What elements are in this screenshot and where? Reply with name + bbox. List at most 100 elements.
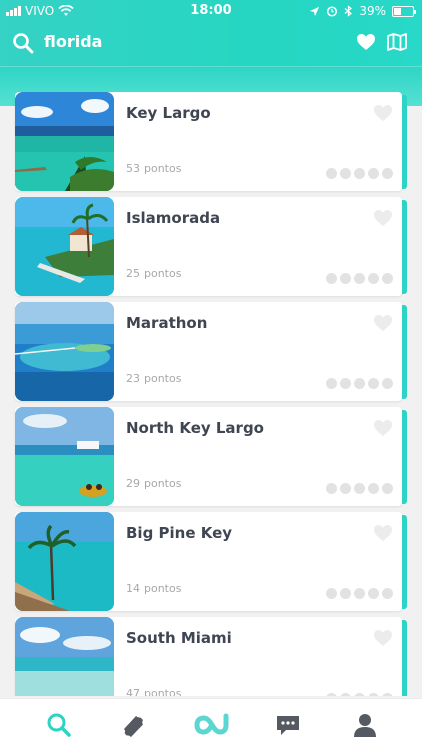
tab-bar [0, 698, 422, 750]
place-points: 47 pontos [126, 687, 181, 696]
place-photo[interactable] [15, 92, 114, 191]
points-value: 14 [126, 582, 140, 595]
heart-icon[interactable] [373, 314, 393, 332]
map-icon[interactable] [386, 32, 408, 52]
rating-dot [368, 588, 379, 599]
tab-profile-icon[interactable] [351, 711, 379, 739]
rating-dots [326, 168, 393, 179]
heart-icon[interactable] [373, 419, 393, 437]
points-unit: pontos [144, 687, 182, 696]
points-unit: pontos [144, 162, 182, 175]
bluetooth-icon [344, 5, 353, 17]
place-photo[interactable] [15, 512, 114, 611]
place-name[interactable]: Islamorada [126, 209, 220, 227]
header-divider [0, 66, 422, 67]
points-value: 47 [126, 687, 140, 696]
rating-dot [382, 588, 393, 599]
favorites-heart-icon[interactable] [356, 32, 376, 52]
card-accent [402, 200, 407, 294]
points-value: 53 [126, 162, 140, 175]
place-photo[interactable] [15, 407, 114, 506]
rating-dots [326, 483, 393, 494]
tab-chat-icon[interactable] [274, 711, 302, 739]
rating-dot [382, 168, 393, 179]
rating-dots [326, 693, 393, 696]
rating-dot [326, 588, 337, 599]
rating-dot [354, 378, 365, 389]
rating-dot [340, 273, 351, 284]
place-photo[interactable] [15, 617, 114, 696]
rating-dot [368, 273, 379, 284]
location-arrow-icon [310, 6, 320, 16]
place-points: 29 pontos [126, 477, 181, 490]
rating-dots [326, 588, 393, 599]
rating-dot [340, 693, 351, 696]
points-unit: pontos [144, 267, 182, 280]
place-name[interactable]: Big Pine Key [126, 524, 232, 542]
search-term[interactable]: florida [44, 32, 102, 51]
card-accent [402, 95, 407, 189]
place-points: 23 pontos [126, 372, 181, 385]
place-points: 53 pontos [126, 162, 181, 175]
place-name[interactable]: Key Largo [126, 104, 211, 122]
rating-dot [326, 168, 337, 179]
place-card[interactable]: South Miami 47 pontos [15, 617, 407, 696]
heart-icon[interactable] [373, 524, 393, 542]
rating-dot [382, 483, 393, 494]
heart-icon[interactable] [373, 104, 393, 122]
battery-icon [392, 5, 416, 17]
points-value: 23 [126, 372, 140, 385]
alarm-icon [327, 6, 338, 17]
rating-dot [382, 693, 393, 696]
place-name[interactable]: North Key Largo [126, 419, 264, 437]
rating-dot [382, 378, 393, 389]
search-icon[interactable] [12, 32, 34, 54]
points-value: 25 [126, 267, 140, 280]
rating-dot [368, 168, 379, 179]
rating-dot [326, 483, 337, 494]
points-unit: pontos [144, 372, 182, 385]
battery-percent: 39% [359, 4, 386, 18]
rating-dot [382, 273, 393, 284]
rating-dot [354, 168, 365, 179]
rating-dot [340, 378, 351, 389]
place-photo[interactable] [15, 197, 114, 296]
place-points: 14 pontos [126, 582, 181, 595]
rating-dot [368, 483, 379, 494]
place-card[interactable]: Big Pine Key 14 pontos [15, 512, 407, 611]
place-card[interactable]: Islamorada 25 pontos [15, 197, 407, 296]
place-points: 25 pontos [126, 267, 181, 280]
place-name[interactable]: South Miami [126, 629, 232, 647]
rating-dot [340, 483, 351, 494]
rating-dot [354, 483, 365, 494]
rating-dot [340, 168, 351, 179]
rating-dots [326, 378, 393, 389]
points-unit: pontos [144, 477, 182, 490]
status-bar: VIVO 18:00 39% [0, 0, 422, 22]
top-bar: VIVO 18:00 39% florida [0, 0, 422, 68]
rating-dot [354, 273, 365, 284]
tab-home-logo-icon[interactable] [194, 711, 230, 739]
card-accent [402, 305, 407, 399]
rating-dot [326, 273, 337, 284]
heart-icon[interactable] [373, 209, 393, 227]
rating-dot [368, 378, 379, 389]
card-accent [402, 410, 407, 504]
tab-search-icon[interactable] [45, 711, 73, 739]
rating-dot [340, 588, 351, 599]
points-value: 29 [126, 477, 140, 490]
tab-ticket-icon[interactable] [120, 711, 148, 739]
place-card[interactable]: North Key Largo 29 pontos [15, 407, 407, 506]
rating-dot [326, 378, 337, 389]
place-photo[interactable] [15, 302, 114, 401]
rating-dot [326, 693, 337, 696]
place-card[interactable]: Key Largo 53 pontos [15, 92, 407, 191]
heart-icon[interactable] [373, 629, 393, 647]
place-card[interactable]: Marathon 23 pontos [15, 302, 407, 401]
place-list[interactable]: Key Largo 53 pontos Islamorada 25 pontos [0, 92, 422, 696]
rating-dot [354, 588, 365, 599]
rating-dot [354, 693, 365, 696]
card-accent [402, 620, 407, 696]
place-name[interactable]: Marathon [126, 314, 207, 332]
points-unit: pontos [144, 582, 182, 595]
